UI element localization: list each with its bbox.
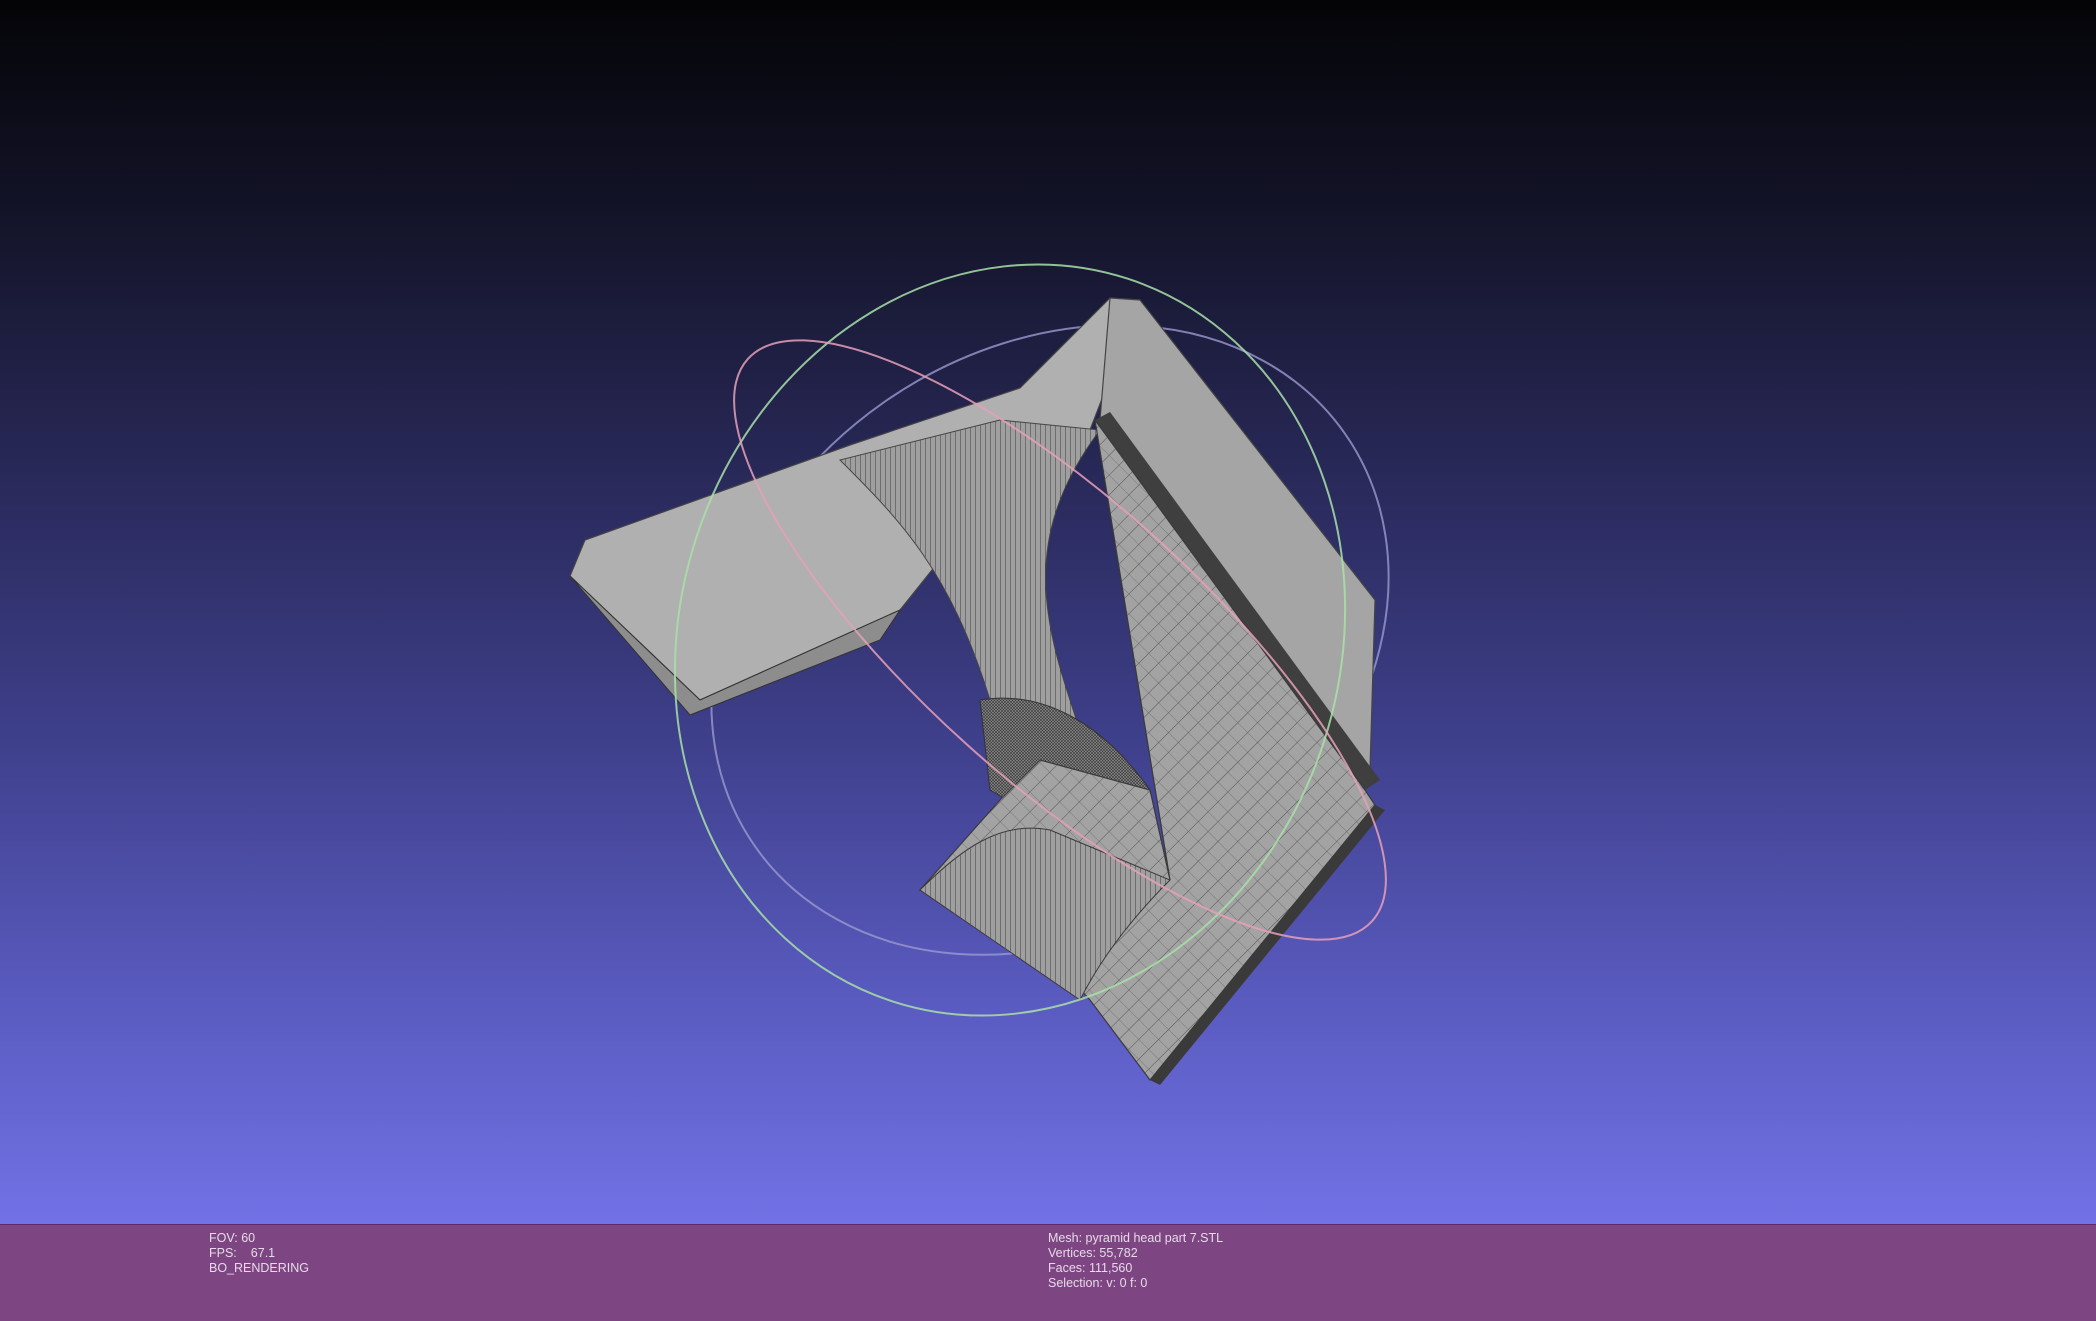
faces-label: Faces: [1048, 1261, 1086, 1275]
fps-label: FPS: [209, 1246, 237, 1260]
mesh-name-line: Mesh: pyramid head part 7.STL [1048, 1231, 1223, 1246]
mesh-name: pyramid head part 7.STL [1085, 1231, 1224, 1245]
vertices-line: Vertices: 55,782 [1048, 1246, 1223, 1261]
fps-value: 67.1 [250, 1246, 276, 1260]
vertices-count: 55,782 [1099, 1246, 1138, 1260]
fps-line: FPS: 67.1 [209, 1246, 309, 1261]
mesh-info: Mesh: pyramid head part 7.STL Vertices: … [1048, 1231, 1223, 1291]
fov-line: FOV: 60 [209, 1231, 309, 1246]
info-bar: FOV: 60 FPS: 67.1 BO_RENDERING Mesh: pyra… [0, 1224, 2096, 1321]
mesh-model [569, 297, 1385, 1085]
faces-count: 111,560 [1089, 1261, 1133, 1275]
fov-label: FOV: [209, 1231, 238, 1245]
selection-label: Selection: [1048, 1276, 1103, 1290]
render-info: FOV: 60 FPS: 67.1 BO_RENDERING [209, 1231, 309, 1276]
selection-value: v: 0 f: 0 [1106, 1276, 1148, 1290]
fov-value: 60 [241, 1231, 256, 1245]
render-mode: BO_RENDERING [209, 1261, 310, 1275]
selection-line: Selection: v: 0 f: 0 [1048, 1276, 1223, 1291]
vertices-label: Vertices: [1048, 1246, 1096, 1260]
faces-line: Faces: 111,560 [1048, 1261, 1223, 1276]
mesh-label: Mesh: [1048, 1231, 1083, 1245]
mesh-render[interactable] [0, 0, 2096, 1224]
3d-viewport[interactable] [0, 0, 2096, 1224]
